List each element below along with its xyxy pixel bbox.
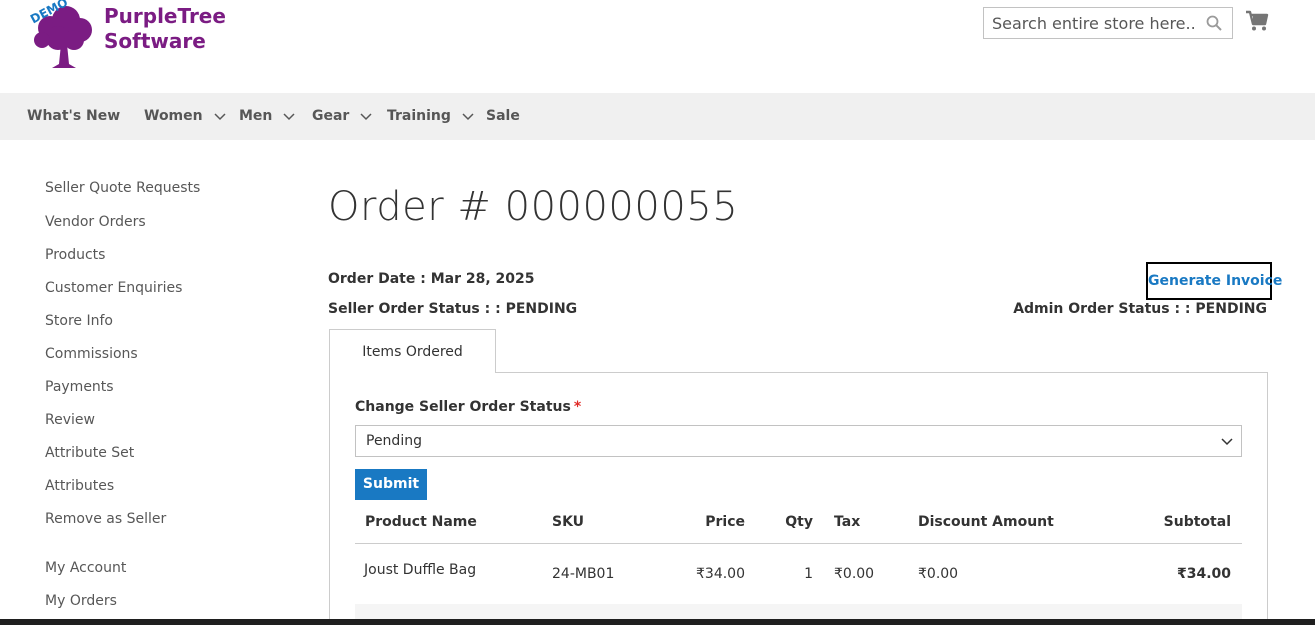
nav-item-women[interactable]: Women xyxy=(144,93,226,140)
bottom-edge-bar xyxy=(0,619,1315,625)
page-title: Order # 000000055 xyxy=(328,184,739,230)
nav-item-label: Men xyxy=(239,108,273,124)
tab-items-ordered[interactable]: Items Ordered xyxy=(329,329,496,373)
sidebar-item-attributes[interactable]: Attributes xyxy=(45,478,114,494)
sidebar-item-attribute-set[interactable]: Attribute Set xyxy=(45,445,134,461)
cart-icon[interactable] xyxy=(1245,10,1269,32)
nav-item-men[interactable]: Men xyxy=(239,93,295,140)
sidebar-item-my-orders[interactable]: My Orders xyxy=(45,593,117,609)
cell-subtotal: ₹34.00 xyxy=(1176,566,1231,582)
logo-line-2: Software xyxy=(104,29,206,53)
column-header-subtotal: Subtotal xyxy=(1163,514,1231,530)
sidebar-item-review[interactable]: Review xyxy=(45,412,95,428)
sidebar-item-my-account[interactable]: My Account xyxy=(45,560,126,576)
seller-status-selected-value: Pending xyxy=(366,433,422,449)
nav-item-label: Training xyxy=(387,108,451,124)
column-header-discount-amount: Discount Amount xyxy=(918,514,1054,530)
seller-status-select[interactable]: Pending xyxy=(355,425,1242,457)
nav-item-label: Sale xyxy=(486,108,520,124)
generate-invoice-link[interactable]: Generate Invoice xyxy=(1146,262,1282,300)
seller-order-status: Seller Order Status : : PENDING xyxy=(328,301,578,317)
nav-item-training[interactable]: Training xyxy=(387,93,474,140)
table-header-divider xyxy=(355,543,1242,544)
sidebar-item-commissions[interactable]: Commissions xyxy=(45,346,138,362)
logo-text: PurpleTree Software xyxy=(104,4,226,54)
admin-order-status: Admin Order Status : : PENDING xyxy=(1013,301,1267,317)
sidebar-item-vendor-orders[interactable]: Vendor Orders xyxy=(45,214,146,230)
required-mark: * xyxy=(573,399,582,415)
chevron-down-icon xyxy=(213,113,226,121)
nav-item-label: What's New xyxy=(27,108,121,124)
search-input[interactable] xyxy=(984,8,1194,38)
sidebar-item-customer-enquiries[interactable]: Customer Enquiries xyxy=(45,280,182,296)
search-box xyxy=(983,7,1233,39)
column-header-sku: SKU xyxy=(552,514,585,530)
sidebar-item-store-info[interactable]: Store Info xyxy=(45,313,113,329)
cell-price: ₹34.00 xyxy=(696,566,745,582)
chevron-down-icon xyxy=(462,113,474,121)
cell-tax: ₹0.00 xyxy=(834,566,875,582)
cell-qty: 1 xyxy=(804,566,813,582)
page-header: DEMO PurpleTree Software xyxy=(0,0,1315,93)
chevron-down-icon xyxy=(283,113,295,121)
search-icon[interactable] xyxy=(1206,15,1222,31)
column-header-product-name: Product Name xyxy=(365,514,477,530)
nav-item-sale[interactable]: Sale xyxy=(486,93,520,140)
sidebar-item-payments[interactable]: Payments xyxy=(45,379,114,395)
nav-item-label: Women xyxy=(144,108,203,124)
seller-status-label: Change Seller Order Status * xyxy=(355,399,581,415)
submit-button[interactable]: Submit xyxy=(355,469,427,500)
nav-item-gear[interactable]: Gear xyxy=(312,93,372,140)
main-nav: What's New Women Men Gear Training Sale xyxy=(0,93,1315,140)
chevron-down-icon xyxy=(360,113,372,121)
cell-product-name: Joust Duffle Bag xyxy=(364,562,477,578)
seller-status-label-text: Change Seller Order Status xyxy=(355,399,571,415)
chevron-down-icon xyxy=(1221,438,1233,446)
order-date: Order Date : Mar 28, 2025 xyxy=(328,271,535,287)
store-logo[interactable]: DEMO PurpleTree Software xyxy=(26,0,226,72)
sidebar-item-remove-as-seller[interactable]: Remove as Seller xyxy=(45,511,166,527)
column-header-qty: Qty xyxy=(785,514,813,530)
cell-discount: ₹0.00 xyxy=(918,566,959,582)
cell-sku: 24-MB01 xyxy=(552,566,615,582)
column-header-tax: Tax xyxy=(834,514,861,530)
logo-line-1: PurpleTree xyxy=(104,4,226,28)
nav-item-whats-new[interactable]: What's New xyxy=(27,93,120,140)
sidebar-item-products[interactable]: Products xyxy=(45,247,105,263)
column-header-price: Price xyxy=(705,514,745,530)
nav-item-label: Gear xyxy=(312,108,350,124)
sidebar-item-seller-quote-requests[interactable]: Seller Quote Requests xyxy=(45,180,200,196)
